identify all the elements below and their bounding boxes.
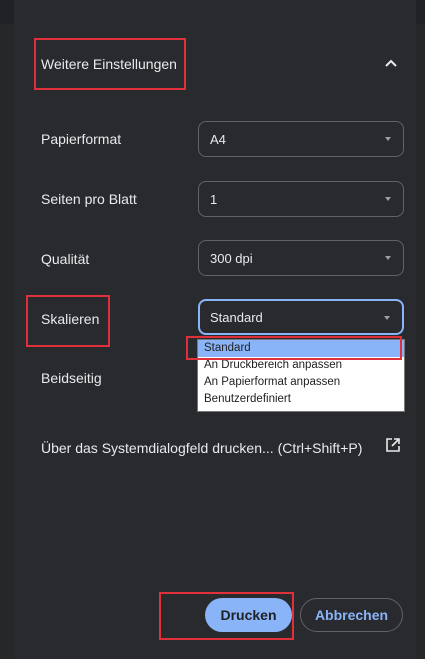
chevron-up-icon[interactable]	[382, 54, 400, 72]
highlight-box-option	[186, 336, 402, 360]
chevron-down-icon	[385, 197, 391, 201]
chevron-down-icon	[384, 316, 390, 320]
scale-option-fit-paper[interactable]: An Papierformat anpassen	[198, 374, 404, 391]
left-edge	[0, 24, 14, 659]
scale-option-custom[interactable]: Benutzerdefiniert	[198, 391, 404, 408]
right-edge	[416, 24, 425, 659]
cancel-button[interactable]: Abbrechen	[300, 598, 403, 632]
pages-per-sheet-value: 1	[210, 191, 218, 207]
open-in-new-icon[interactable]	[385, 437, 401, 453]
quality-label: Qualität	[41, 251, 90, 267]
scale-value: Standard	[210, 309, 263, 325]
quality-select[interactable]: 300 dpi	[198, 240, 404, 276]
system-dialog-link[interactable]: Über das Systemdialogfeld drucken... (Ct…	[41, 440, 362, 456]
highlight-box-header	[34, 38, 186, 90]
scale-select[interactable]: Standard	[198, 299, 404, 335]
paper-size-select[interactable]: A4	[198, 121, 404, 157]
highlight-box-scale	[26, 295, 110, 347]
chevron-down-icon	[385, 256, 391, 260]
pages-per-sheet-label: Seiten pro Blatt	[41, 191, 137, 207]
chevron-down-icon	[385, 137, 391, 141]
highlight-box-print	[159, 592, 294, 640]
paper-size-value: A4	[210, 131, 226, 147]
paper-size-label: Papierformat	[41, 131, 122, 147]
pages-per-sheet-select[interactable]: 1	[198, 181, 404, 217]
two-sided-label: Beidseitig	[41, 370, 102, 386]
cancel-button-label: Abbrechen	[314, 607, 389, 623]
quality-value: 300 dpi	[210, 250, 253, 266]
